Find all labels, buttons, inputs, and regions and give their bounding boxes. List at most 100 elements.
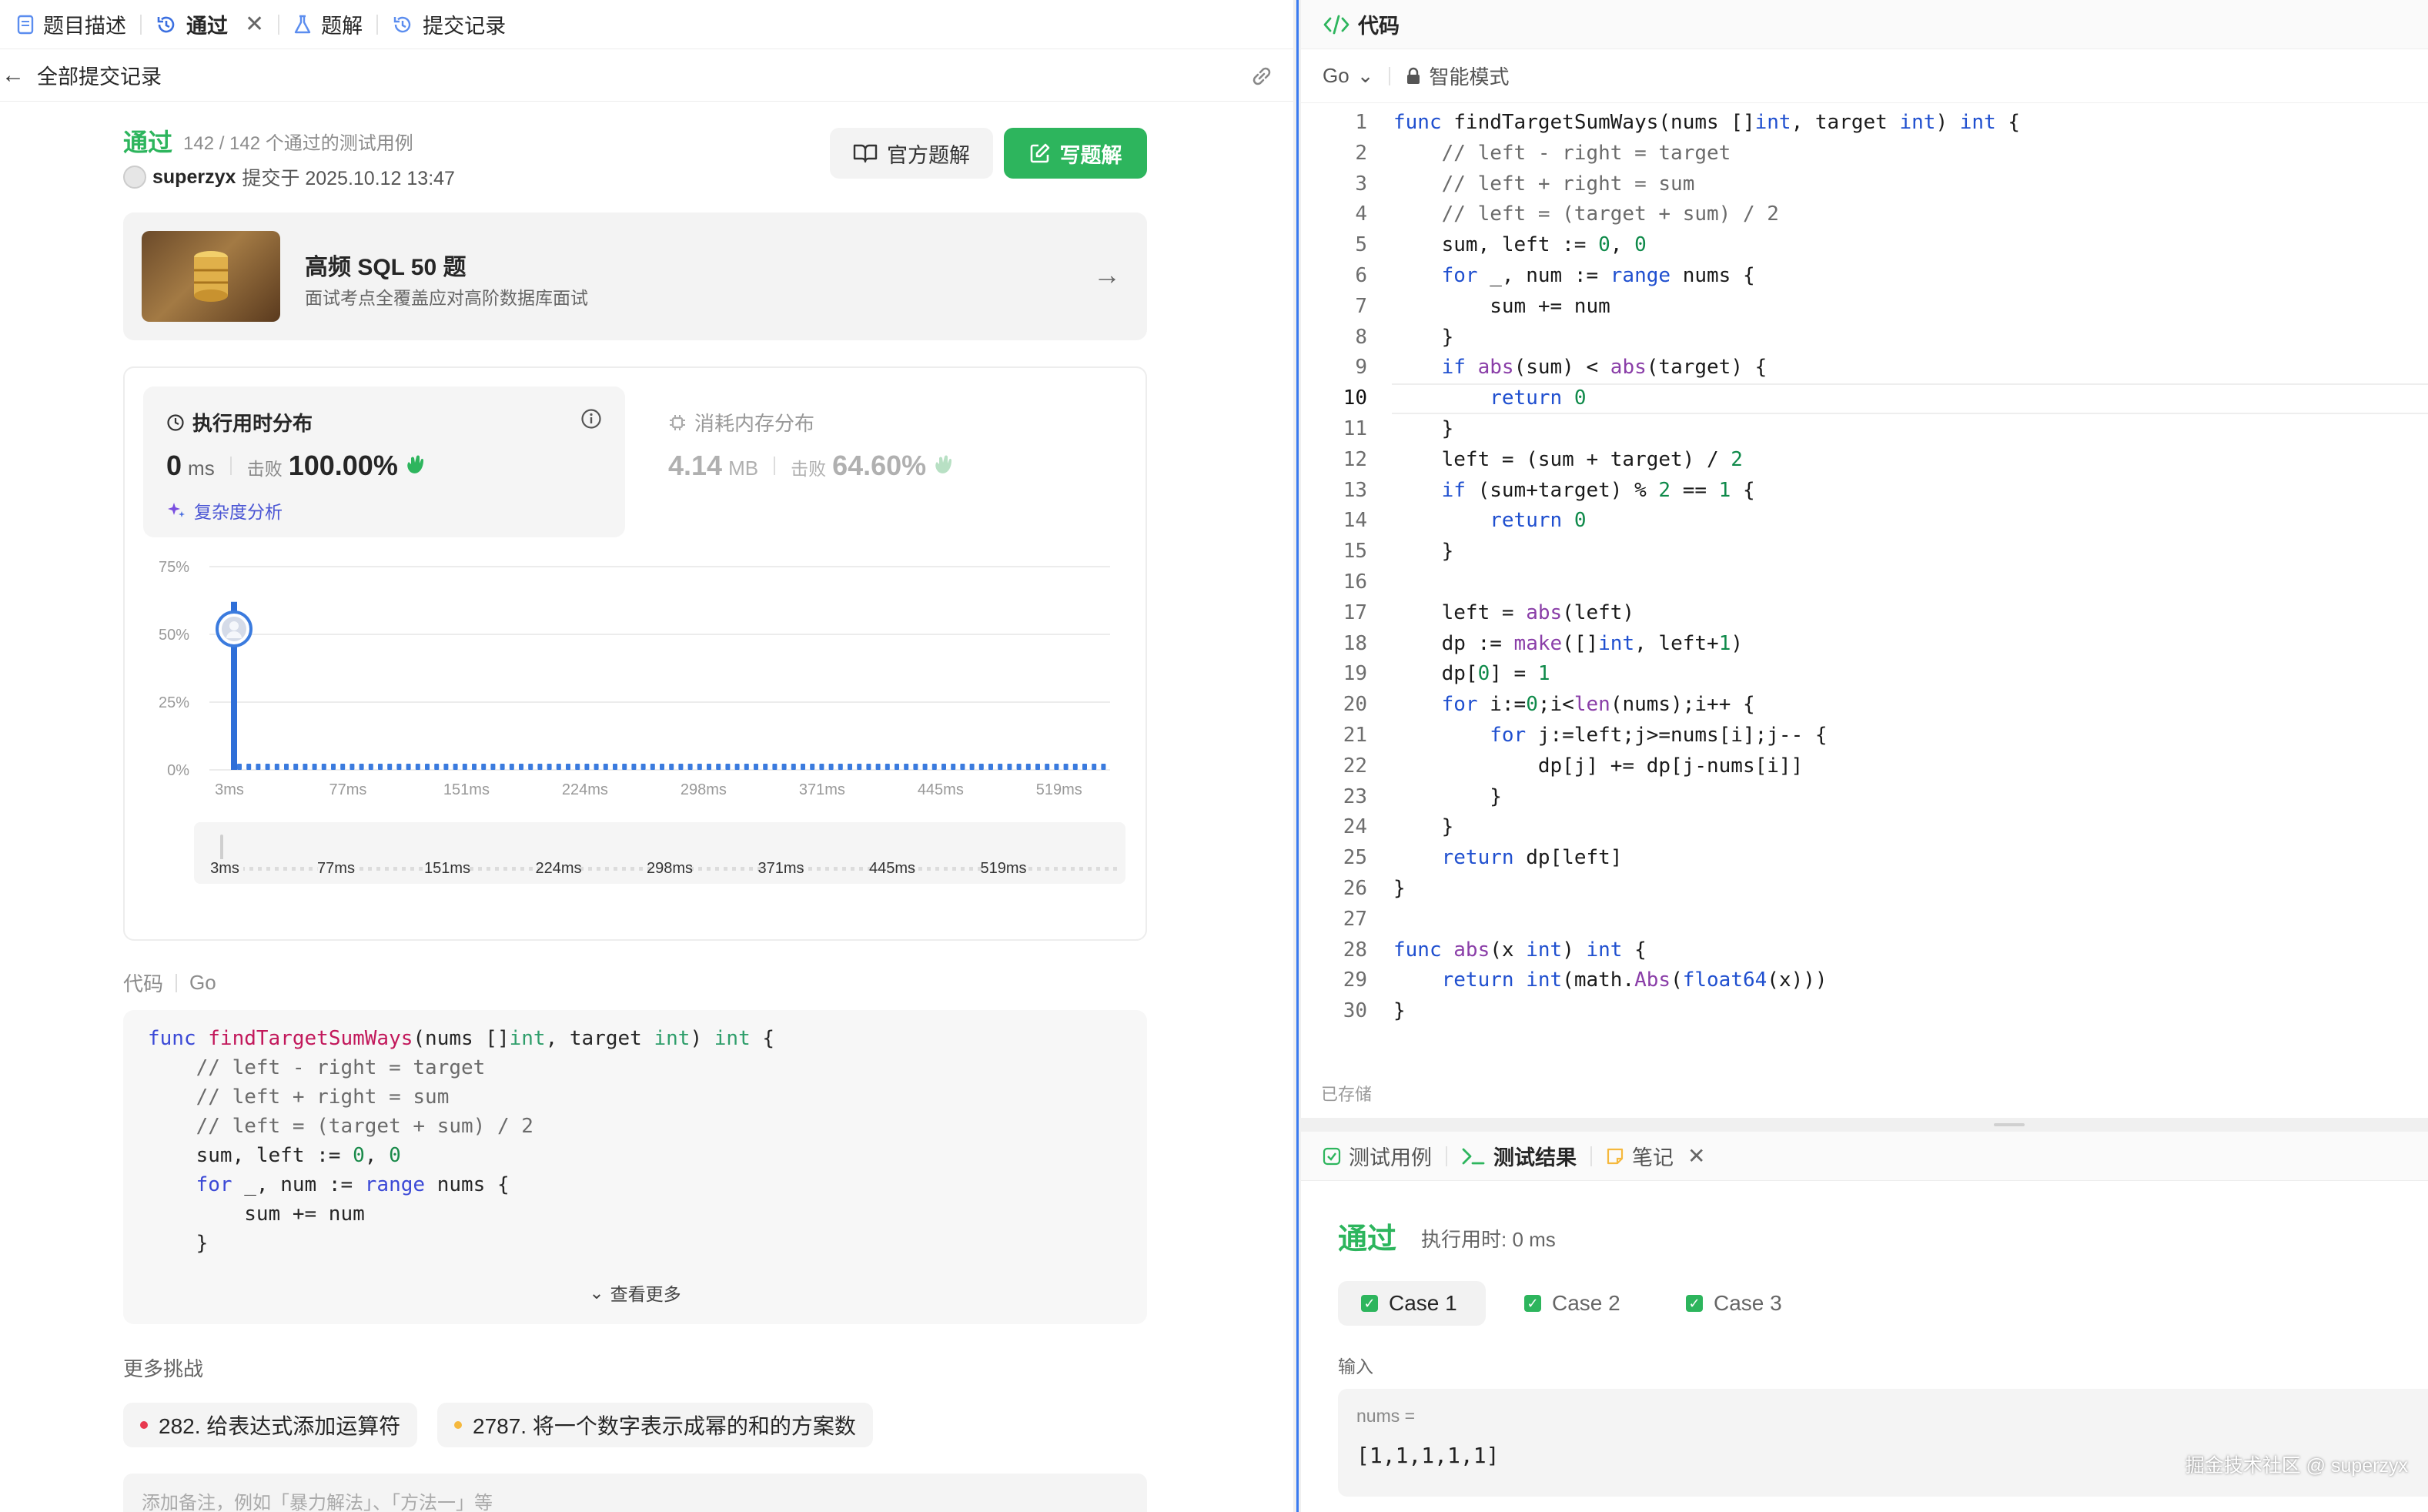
tab-submissions[interactable]: 提交记录 [378, 0, 520, 49]
close-icon[interactable]: ✕ [1687, 1143, 1705, 1169]
code-line[interactable]: return 0 [1393, 386, 1586, 410]
code-line[interactable]: dp[0] = 1 [1393, 662, 1550, 685]
promo-banner[interactable]: 高频 SQL 50 题 面试考点全覆盖应对高阶数据库面试 → [123, 212, 1147, 340]
tab-solutions[interactable]: 题解 [279, 0, 376, 49]
code-line[interactable]: return dp[left] [1393, 846, 1623, 869]
result-runtime: 执行用时: 0 ms [1421, 1228, 1556, 1251]
y-tick-label: 50% [159, 627, 189, 644]
bar-small [584, 764, 590, 770]
bar-small [1072, 764, 1078, 770]
code-line[interactable]: // left + right = sum [1393, 172, 1695, 196]
minimap-dot [1054, 867, 1058, 871]
line-number: 8 [1355, 325, 1367, 349]
write-solution-button[interactable]: 写题解 [1004, 128, 1147, 179]
panel-splitter[interactable] [1293, 0, 1301, 1512]
tab-testcases[interactable]: 测试用例 [1309, 1132, 1446, 1181]
code-line[interactable]: } [1393, 785, 1502, 808]
see-more-button[interactable]: ⌄ 查看更多 [123, 1280, 1147, 1306]
chart-canvas[interactable]: 75% 50% 25% 0% 3ms 77ms 151ms 224ms 298ms 371ms 44… [125, 553, 1149, 915]
code-lang: Go [189, 971, 216, 994]
code-line[interactable]: func abs(x int) int { [1393, 938, 1647, 962]
passed-cases: 142 / 142 个通过的测试用例 [183, 133, 413, 154]
clap-icon [932, 452, 955, 475]
code-line[interactable]: func findTargetSumWays(nums []int, targe… [1393, 111, 2020, 134]
minimap-dot [1079, 867, 1083, 871]
button-label: 官方题解 [887, 143, 970, 167]
code-line[interactable]: // left - right = target [1393, 142, 1731, 165]
line-number: 4 [1355, 202, 1367, 226]
bar-small [669, 764, 674, 770]
minimap-dot [724, 867, 727, 871]
tab-notes[interactable]: 笔记 ✕ [1592, 1132, 1719, 1181]
runtime-panel[interactable]: 执行用时分布 0 ms 击败 100.00% 复杂度分析 [143, 386, 625, 537]
code-line[interactable]: if abs(sum) < abs(target) { [1393, 356, 1767, 379]
chevron-down-icon: ⌄ [589, 1282, 604, 1303]
code-line[interactable]: } [1393, 417, 1454, 440]
code-line[interactable]: sum, left := 0, 0 [1393, 233, 1647, 256]
code-line[interactable]: } [1393, 540, 1454, 563]
challenge-chip[interactable]: 282. 给表达式添加运算符 [123, 1403, 418, 1447]
official-solution-button[interactable]: 官方题解 [830, 128, 993, 179]
bar-small [1016, 764, 1022, 770]
runtime-distribution-chart[interactable]: 75% 50% 25% 0% 3ms 77ms 151ms 224ms 298ms 371ms 44… [125, 553, 1149, 915]
language-select[interactable]: Go ⌄ [1323, 64, 1373, 88]
case-tab-3[interactable]: ✓ Case 3 [1663, 1281, 1805, 1326]
case-label: Case 1 [1389, 1291, 1457, 1315]
code-line[interactable]: left = (sum + target) / 2 [1393, 448, 1743, 471]
bar-small [895, 764, 899, 770]
all-submissions-link[interactable]: 全部提交记录 [37, 60, 162, 90]
code-line[interactable]: for _, num := range nums { [1393, 264, 1755, 287]
tab-accepted[interactable]: 通过 ✕ [142, 0, 278, 49]
minimap-dot [300, 867, 304, 871]
line-number: 12 [1343, 447, 1367, 471]
code-line[interactable]: } [1393, 999, 1406, 1022]
code-editor[interactable]: 1 func findTargetSumWays(nums []int, targ… [1301, 111, 2428, 1035]
note-input[interactable]: 添加备注，例如「暴力解法」、「方法一」等 [123, 1474, 1147, 1512]
minimap-dot [630, 867, 634, 871]
code-line[interactable]: for i:=0;i<len(nums);i++ { [1393, 693, 1755, 716]
tab-description[interactable]: 题目描述 [3, 0, 140, 49]
complexity-analysis-link[interactable]: 复杂度分析 [166, 497, 283, 524]
bar-small [303, 764, 308, 770]
bar-small [256, 764, 261, 770]
link-icon[interactable] [1249, 63, 1275, 95]
case-tab-1[interactable]: ✓ Case 1 [1338, 1281, 1486, 1326]
bar-small [575, 764, 580, 770]
minimap-dot [1062, 867, 1066, 871]
code-line[interactable]: // left = (target + sum) / 2 [1393, 202, 1779, 226]
challenge-label: 282. 给表达式添加运算符 [159, 1414, 401, 1438]
username[interactable]: superzyx [152, 166, 236, 189]
info-icon[interactable] [580, 408, 602, 430]
bar-small [763, 764, 768, 770]
console-splitter[interactable] [1301, 1118, 2428, 1132]
memory-header[interactable]: 消耗内存分布 [668, 408, 814, 437]
minimap-dot [961, 867, 965, 871]
tab-test-result[interactable]: 测试结果 [1447, 1132, 1590, 1181]
close-icon[interactable]: ✕ [245, 11, 264, 38]
challenge-chip[interactable]: 2787. 将一个数字表示成幂的和的方案数 [437, 1403, 873, 1447]
bar-small [481, 764, 487, 770]
minimap-dot [258, 867, 262, 871]
code-line[interactable]: if (sum+target) % 2 == 1 { [1393, 479, 1755, 502]
minimap-dot [749, 867, 753, 871]
case-tab-2[interactable]: ✓ Case 2 [1501, 1281, 1644, 1326]
code-line[interactable]: sum += num [1393, 295, 1610, 318]
code-line[interactable]: } [1393, 326, 1454, 349]
minimap-dot [292, 867, 296, 871]
code-line[interactable]: left = abs(left) [1393, 601, 1634, 624]
code-line[interactable]: for j:=left;j>=nums[i];j-- { [1393, 724, 1827, 747]
back-arrow-icon[interactable]: ← [2, 62, 25, 89]
code-line[interactable]: } [1393, 815, 1454, 838]
bar-small [819, 764, 824, 770]
code-line[interactable]: } [1393, 877, 1406, 900]
y-tick-label: 0% [167, 762, 189, 779]
code-line[interactable]: return int(math.Abs(float64(x))) [1393, 968, 1828, 992]
smart-mode-toggle[interactable]: 智能模式 [1406, 62, 1510, 90]
minimap-dot [944, 867, 948, 871]
bar-small [734, 764, 740, 770]
code-preview[interactable]: func findTargetSumWays(nums []int, targe… [123, 1010, 1147, 1324]
code-line[interactable]: dp[j] += dp[j-nums[i]] [1393, 754, 1803, 778]
minimap-dot [520, 867, 524, 871]
code-line[interactable]: return 0 [1393, 509, 1586, 532]
code-line[interactable]: dp := make([]int, left+1) [1393, 632, 1743, 655]
